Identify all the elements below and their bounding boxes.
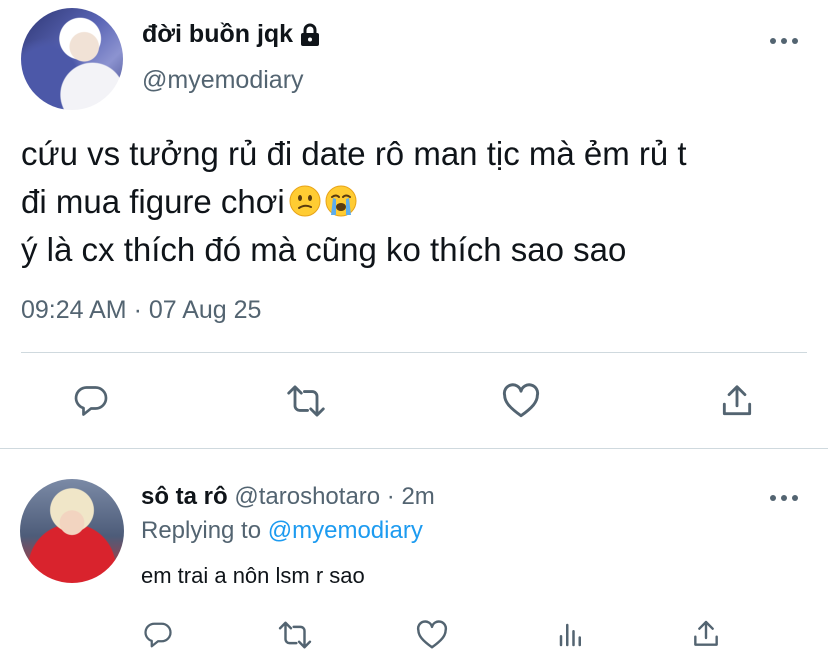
timestamp[interactable]: 09:24 AM · 07 Aug 25 (21, 296, 261, 325)
display-name[interactable]: sô ta rô (141, 483, 228, 510)
handle-time[interactable]: @taroshotaro · 2m (234, 483, 434, 510)
reply-icon[interactable] (70, 381, 112, 421)
avatar[interactable] (20, 479, 124, 583)
share-icon[interactable] (716, 380, 758, 422)
user-handle[interactable]: @myemodiary (142, 66, 304, 95)
reply-text: em trai a nôn lsm r sao (141, 563, 365, 588)
loudly-crying-face-icon (325, 182, 357, 217)
analytics-icon[interactable] (553, 617, 589, 653)
user-name-row[interactable]: đời buồn jqk (142, 20, 321, 49)
tweet-text: cứu vs tưởng rủ đi date rô man tịc mà ẻm… (21, 130, 811, 274)
tweet-text-line: cứu vs tưởng rủ đi date rô man tịc mà ẻm… (21, 135, 687, 172)
tweet-text-line-with-emoji: đi mua figure chơi (21, 178, 811, 226)
main-tweet: đời buồn jqk @myemodiary cứu vs tưởng rủ… (0, 0, 828, 449)
more-icon[interactable] (770, 37, 798, 45)
display-name[interactable]: đời buồn jqk (142, 20, 293, 49)
more-icon[interactable] (770, 494, 798, 502)
retweet-icon[interactable] (275, 617, 315, 653)
replying-to: Replying to @myemodiary (141, 517, 423, 545)
reply-header: sô ta rô @taroshotaro · 2m (141, 483, 435, 511)
reply-tweet[interactable]: sô ta rô @taroshotaro · 2m Replying to @… (0, 449, 828, 666)
divider (21, 352, 807, 353)
replying-prefix: Replying to (141, 517, 262, 544)
retweet-icon[interactable] (283, 381, 329, 421)
like-icon[interactable] (500, 381, 542, 421)
like-icon[interactable] (414, 617, 450, 653)
replying-handle[interactable]: @myemodiary (268, 517, 423, 544)
tweet-text-line: ý là cx thích đó mà cũng ko thích sao sa… (21, 231, 627, 268)
confused-face-icon (289, 182, 321, 217)
tweet-text-line: đi mua figure chơi (21, 183, 285, 220)
reply-icon[interactable] (140, 617, 176, 653)
avatar[interactable] (21, 8, 123, 110)
share-icon[interactable] (688, 616, 724, 652)
lock-icon (299, 23, 321, 47)
